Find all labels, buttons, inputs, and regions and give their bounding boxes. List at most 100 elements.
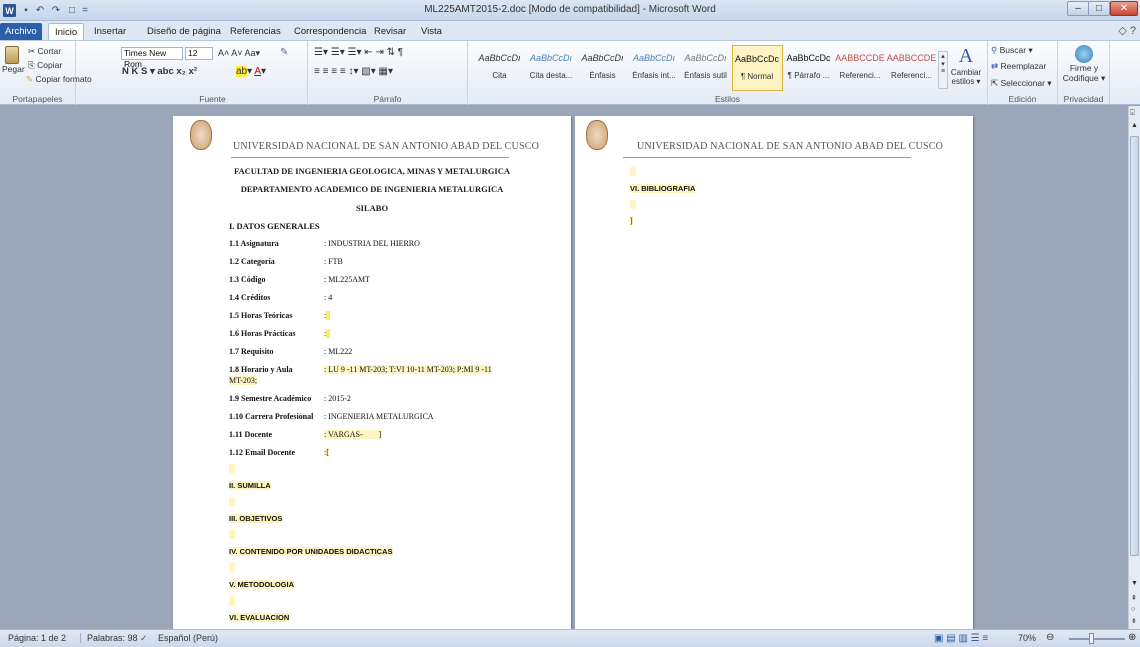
font-grow-shrink-buttons[interactable]: A˄ A˅ Aa▾ (218, 48, 260, 59)
new-document-icon[interactable]: □ (66, 3, 78, 17)
font-size-combo[interactable]: 12 (185, 47, 213, 60)
select-button[interactable]: ⇱ Seleccionar ▾ (991, 78, 1052, 89)
zoom-in-icon[interactable]: ⊕ (1128, 632, 1136, 643)
browse-object-icon[interactable]: ○ (1131, 606, 1135, 613)
page-count[interactable]: Página: 1 de 2 (8, 633, 66, 643)
tab-vista[interactable]: Vista (415, 23, 448, 40)
customize-qat-icon[interactable]: = (80, 3, 90, 17)
tab-diseno-pagina[interactable]: Diseño de página (141, 23, 227, 40)
style-item[interactable]: AaBbCcDı Cita desta... (526, 45, 577, 91)
style-name: Énfasis (589, 71, 616, 80)
tab-revisar[interactable]: Revisar (368, 23, 412, 40)
row-value-continuation[interactable]: MT-203; (229, 376, 258, 385)
vertical-scrollbar[interactable]: ⌻ ▲ ▼ ⇞ ○ ⇟ (1128, 106, 1140, 629)
form-field-marker[interactable] (326, 311, 331, 320)
row-value[interactable]: : LU 9 -11 MT-203; T:VI 10-11 MT-203; P:… (324, 365, 492, 374)
previous-page-icon[interactable]: ⇞ (1131, 594, 1137, 602)
proofing-icon[interactable]: ✓ (140, 633, 148, 644)
document-area[interactable]: UNIVERSIDAD NACIONAL DE SAN ANTONIO ABAD… (0, 106, 1128, 629)
find-button[interactable]: ⚲ Buscar ▾ (991, 45, 1033, 56)
style-item[interactable]: AaBbCcDc ¶ Párrafo ... (783, 45, 834, 91)
word-logo-icon[interactable]: W (3, 4, 16, 17)
form-field-marker[interactable] (326, 329, 331, 338)
clipboard-icon (5, 46, 19, 64)
group-styles: AaBbCcDı Cita AaBbCcDı Cita desta... AaBbCcD… (468, 41, 988, 105)
language-indicator[interactable]: Español (Perú) (158, 633, 218, 643)
bold-italic-underline-buttons[interactable]: N K S ▾ abc x₂ x² (122, 66, 197, 77)
style-item[interactable]: AaBbCcDı Cita (474, 45, 525, 91)
style-item[interactable]: AABBCCDE Referenci... (886, 45, 937, 91)
style-item[interactable]: AaBbCcDı Énfasis int... (629, 45, 680, 91)
page-2[interactable]: UNIVERSIDAD NACIONAL DE SAN ANTONIO ABAD… (575, 116, 973, 629)
highlight-color-icon[interactable]: ab▾ A▾ (236, 66, 266, 77)
empty-paragraph (229, 563, 235, 572)
scroll-up-icon[interactable]: ▲ (1131, 122, 1138, 129)
undo-icon[interactable]: ↶ (34, 3, 46, 17)
change-styles-button[interactable]: A Cambiar estilos ▾ (946, 45, 986, 86)
view-buttons[interactable]: ▣ ▤ ▥ ☰ ≡ (934, 633, 988, 644)
list-indent-buttons[interactable]: ☰▾ ☰▾ ☰▾ ⇤ ⇥ ⇅ ¶ (314, 47, 403, 58)
word-count[interactable]: Palabras: 98 (80, 633, 138, 643)
scroll-thumb[interactable] (1130, 136, 1139, 556)
style-item[interactable]: AaBbCcDc ¶ Normal (731, 45, 783, 91)
redo-icon[interactable]: ↷ (50, 3, 62, 17)
sign-encrypt-button[interactable]: Firme y Codifique ▾ (1060, 45, 1108, 84)
style-item[interactable]: AABBCCDE Referenci... (835, 45, 886, 91)
next-page-icon[interactable]: ⇟ (1131, 617, 1137, 625)
tab-archivo[interactable]: Archivo (0, 23, 42, 40)
row-value: : 2015-2 (324, 394, 351, 403)
row-label: 1.6 Horas Prácticas (229, 329, 296, 338)
replace-button[interactable]: ⇄ Reemplazar (991, 61, 1046, 72)
section-metodologia: V. METODOLOGIA (229, 580, 295, 589)
form-field-blank[interactable]: [ (326, 448, 329, 457)
empty-paragraph (630, 200, 636, 209)
cut-button[interactable]: ✂ Cortar (28, 46, 61, 57)
clear-format-icon[interactable]: ✎ (280, 47, 288, 58)
minimize-button[interactable]: – (1067, 1, 1089, 16)
header-rule (623, 157, 911, 158)
help-icon[interactable]: ◇ ? (1118, 24, 1136, 37)
empty-paragraph (229, 497, 235, 506)
zoom-out-icon[interactable]: ⊖ (1046, 632, 1054, 643)
row-value: : (324, 311, 331, 320)
ruler-toggle-icon[interactable]: ⌻ (1130, 108, 1135, 118)
faculty-title: FACULTAD DE INGENIERIA GEOLOGICA, MINAS … (233, 166, 511, 176)
maximize-button[interactable]: □ (1088, 1, 1110, 16)
tab-correspondencia[interactable]: Correspondencia (288, 23, 372, 40)
scroll-down-icon[interactable]: ▼ (1131, 580, 1138, 587)
row-value: :[ (324, 448, 329, 457)
empty-paragraph (630, 167, 636, 176)
style-name: Cita desta... (529, 71, 573, 80)
save-icon[interactable]: ▪ (20, 3, 32, 17)
zoom-slider[interactable] (1069, 638, 1125, 640)
page-1[interactable]: UNIVERSIDAD NACIONAL DE SAN ANTONIO ABAD… (173, 116, 571, 629)
row-value: : INGENIERIA METALURGICA (324, 412, 434, 421)
row-label: 1.10 Carrera Profesional (229, 412, 314, 421)
group-label: Párrafo (373, 94, 402, 104)
style-item[interactable]: AaBbCcDı Énfasis (577, 45, 628, 91)
ribbon-tabs: Archivo Inicio Insertar Diseño de página… (0, 21, 1140, 41)
close-button[interactable]: ✕ (1110, 1, 1138, 16)
group-label: Edición (1008, 94, 1037, 104)
zoom-level[interactable]: 70% (1018, 633, 1036, 643)
row-value: : FTB (324, 257, 343, 266)
tab-inicio[interactable]: Inicio (48, 23, 85, 40)
format-painter-button[interactable]: ✎ Copiar formato (26, 74, 92, 85)
form-field-blank[interactable]: ] (362, 430, 382, 439)
style-preview: AaBbCcDc (786, 53, 831, 63)
section-evaluacion: VI. EVALUACION (229, 613, 290, 622)
row-label: 1.7 Requisito (229, 347, 274, 356)
tab-insertar[interactable]: Insertar (88, 23, 132, 40)
empty-paragraph (229, 464, 235, 473)
zoom-slider-thumb[interactable] (1088, 633, 1094, 644)
font-name-combo[interactable]: Times New Rom (121, 47, 183, 69)
section-objetivos: III. OBJETIVOS (229, 514, 283, 523)
paste-button[interactable]: Pegar (2, 46, 25, 74)
row-label: 1.11 Docente (229, 430, 273, 439)
section-sumilla: II. SUMILLA (229, 481, 271, 490)
copy-button[interactable]: ⎘ Copiar (28, 60, 62, 71)
tab-referencias[interactable]: Referencias (224, 23, 287, 40)
window-title: ML225AMT2015-2.doc [Modo de compatibilid… (424, 4, 716, 15)
style-item[interactable]: AaBbCcDı Énfasis sutil (680, 45, 731, 91)
alignment-buttons[interactable]: ≡ ≡ ≡ ≡ ↕▾ ▧▾ ▦▾ (314, 66, 393, 77)
